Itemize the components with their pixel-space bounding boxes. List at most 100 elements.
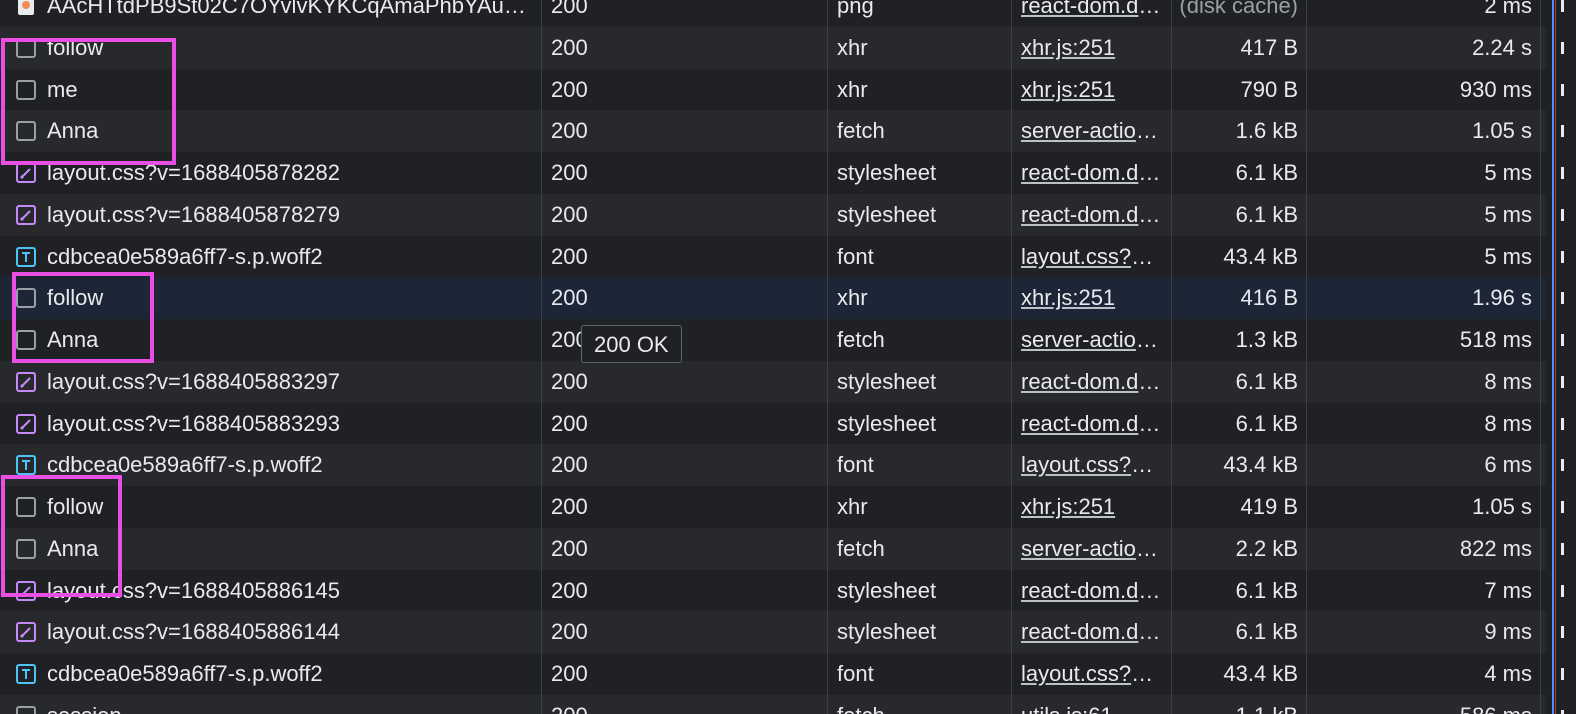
initiator-link[interactable]: server-actions.js bbox=[1021, 110, 1163, 152]
type-cell: stylesheet bbox=[837, 160, 937, 185]
type-cell: stylesheet bbox=[837, 410, 937, 436]
time-cell: 1.05 s bbox=[1472, 118, 1532, 144]
request-name-cell[interactable]: layout.css?v=1688405886144 bbox=[47, 611, 527, 653]
table-row[interactable]: me 200 xhr xhr.js:251 790 B 930 ms bbox=[0, 68, 1546, 111]
type-cell: stylesheet bbox=[837, 619, 937, 645]
initiator-link[interactable]: layout.css?v=1688405886145 bbox=[1021, 653, 1163, 695]
table-row[interactable]: Anna200fetchserver-actions.js1.3 kB518 m… bbox=[0, 319, 1546, 361]
waterfall-bar bbox=[1561, 250, 1564, 263]
waterfall-bar bbox=[1561, 584, 1564, 597]
initiator-link[interactable]: xhr.js:251 bbox=[1021, 69, 1163, 111]
column-divider-type[interactable] bbox=[827, 0, 828, 714]
initiator-link[interactable]: react-dom.development.js bbox=[1021, 194, 1163, 236]
stylesheet-icon bbox=[15, 413, 37, 435]
time-cell: 6 ms bbox=[1484, 452, 1532, 478]
size-cell: 6.1 kB bbox=[1235, 201, 1298, 227]
column-divider-waterfall[interactable] bbox=[1540, 0, 1541, 714]
request-name-cell[interactable]: cdbcea0e589a6ff7-s.p.woff2 bbox=[47, 236, 527, 278]
initiator-link[interactable]: react-dom.development.js bbox=[1021, 403, 1163, 445]
request-name-cell[interactable]: layout.css?v=1688405883293 bbox=[47, 403, 527, 445]
table-row[interactable]: cdbcea0e589a6ff7-s.p.woff2 200 font layout.… bbox=[0, 444, 1546, 486]
initiator-link[interactable]: react-dom.development.js bbox=[1021, 152, 1163, 194]
initiator-link[interactable]: server-actions.js bbox=[1021, 528, 1163, 570]
status-cell: 200 bbox=[551, 285, 588, 311]
size-cell: 417 B bbox=[1240, 34, 1299, 60]
font-icon bbox=[15, 246, 37, 268]
type-cell: xhr bbox=[837, 494, 868, 519]
size-cell: 6.1 kB bbox=[1235, 619, 1298, 645]
status-cell: 200 bbox=[551, 243, 588, 269]
status-cell: 200 bbox=[551, 452, 588, 478]
status-tooltip: 200 OK bbox=[581, 325, 682, 363]
request-name-cell[interactable]: cdbcea0e589a6ff7-s.p.woff2 bbox=[47, 653, 527, 695]
waterfall-bar bbox=[1561, 709, 1564, 714]
highlight-box-first-group bbox=[1, 38, 176, 165]
time-cell: 586 ms bbox=[1310, 695, 1532, 714]
type-cell: font bbox=[837, 452, 874, 478]
column-divider-time[interactable] bbox=[1306, 0, 1307, 714]
table-row[interactable]: layout.css?v=1688405883297 200 stylesheet r… bbox=[0, 360, 1546, 403]
initiator-link[interactable]: layout.css?v=1688405883297 bbox=[1021, 444, 1163, 486]
initiator-link[interactable]: xhr.js:251 bbox=[1021, 486, 1163, 528]
type-cell: xhr bbox=[837, 76, 868, 102]
waterfall-bar bbox=[1561, 167, 1564, 179]
initiator-link[interactable]: xhr.js:251 bbox=[1021, 27, 1163, 69]
column-divider-size[interactable] bbox=[1171, 0, 1172, 714]
stylesheet-icon bbox=[15, 621, 37, 643]
table-row[interactable]: follow 200 xhr xhr.js:251 419 B 1.05 s bbox=[0, 486, 1546, 528]
time-cell: 5 ms bbox=[1484, 243, 1532, 269]
waterfall-bar bbox=[1561, 0, 1564, 12]
request-name-cell[interactable]: layout.css?v=1688405878279 bbox=[47, 194, 527, 236]
stylesheet-icon bbox=[15, 371, 37, 393]
table-row[interactable]: session 200 fetch utils.js:61 1.1 kB 586 ms bbox=[0, 694, 1546, 714]
font-icon bbox=[15, 663, 37, 685]
initiator-link[interactable]: react-dom.development.js bbox=[1021, 0, 1163, 27]
table-row[interactable]: layout.css?v=1688405878282 200 stylesheet r… bbox=[0, 152, 1546, 194]
table-row[interactable]: follow 200 xhr xhr.js:251 417 B 2.24 s bbox=[0, 26, 1546, 69]
table-row[interactable]: cdbcea0e589a6ff7-s.p.woff2 200 font layout.… bbox=[0, 653, 1546, 695]
table-row[interactable]: layout.css?v=1688405886144 200 stylesheet r… bbox=[0, 611, 1546, 653]
request-name-cell[interactable]: AAcHTtdPB9St02C7OYvlvKYKCqAmaPhbYAuhsOaI bbox=[47, 0, 527, 27]
type-cell: fetch bbox=[837, 535, 885, 561]
initiator-link[interactable]: xhr.js:251 bbox=[1021, 277, 1163, 319]
table-row[interactable]: Anna200fetchserver-actions.js2.2 kB822 m… bbox=[0, 527, 1546, 570]
type-cell: xhr bbox=[837, 34, 868, 60]
column-divider-initiator[interactable] bbox=[1011, 0, 1012, 714]
initiator-link[interactable]: react-dom.development.js bbox=[1021, 361, 1163, 403]
size-cell: 1.6 kB bbox=[1235, 118, 1298, 144]
initiator-link[interactable]: utils.js:61 bbox=[1021, 695, 1163, 714]
waterfall-bar bbox=[1561, 375, 1564, 388]
status-cell: 200 bbox=[551, 535, 588, 561]
size-cell: 1.3 kB bbox=[1235, 327, 1298, 352]
table-row[interactable]: layout.css?v=1688405883293 200 stylesheet r… bbox=[0, 402, 1546, 445]
time-cell: 4 ms bbox=[1484, 661, 1532, 686]
time-cell: 1.96 s bbox=[1472, 285, 1532, 311]
status-cell: 200 bbox=[551, 619, 588, 645]
initiator-link[interactable]: layout.css?v=1688405878282 bbox=[1021, 236, 1163, 278]
waterfall-bar bbox=[1561, 459, 1564, 472]
status-cell: 200 bbox=[551, 661, 588, 686]
highlight-box-second-group bbox=[12, 272, 154, 363]
size-cell: 43.4 kB bbox=[1223, 243, 1298, 269]
table-row[interactable]: AAcHTtdPB9St02C7OYvlvKYKCqAmaPhbYAuhsOaI… bbox=[0, 0, 1546, 27]
table-row[interactable]: layout.css?v=1688405878279 200 stylesheet r… bbox=[0, 193, 1546, 236]
time-cell: 518 ms bbox=[1459, 327, 1532, 352]
request-name-cell[interactable]: layout.css?v=1688405883297 bbox=[47, 361, 527, 403]
table-row[interactable]: follow 200 xhr xhr.js:251 416 B 1.96 s bbox=[0, 277, 1546, 319]
table-row[interactable]: Anna200fetchserver-actions.js1.6 kB1.05 … bbox=[0, 110, 1546, 152]
table-row[interactable]: layout.css?v=1688405886145 200 stylesheet r… bbox=[0, 569, 1546, 612]
document-icon bbox=[15, 705, 37, 714]
initiator-link[interactable]: react-dom.development.js bbox=[1021, 570, 1163, 612]
initiator-link[interactable]: react-dom.development.js bbox=[1021, 611, 1163, 653]
status-cell: 200 bbox=[551, 410, 588, 436]
stylesheet-icon bbox=[15, 204, 37, 226]
request-name-cell[interactable]: session bbox=[47, 695, 527, 714]
type-cell: font bbox=[837, 661, 874, 686]
size-cell: 2.2 kB bbox=[1235, 535, 1298, 561]
table-row[interactable]: cdbcea0e589a6ff7-s.p.woff2 200 font layout.… bbox=[0, 235, 1546, 278]
size-cell: 790 B bbox=[1240, 76, 1299, 102]
column-divider-status[interactable] bbox=[541, 0, 542, 714]
size-cell: 419 B bbox=[1240, 494, 1299, 519]
initiator-link[interactable]: server-actions.js bbox=[1021, 319, 1163, 361]
waterfall-column[interactable] bbox=[1546, 0, 1576, 714]
